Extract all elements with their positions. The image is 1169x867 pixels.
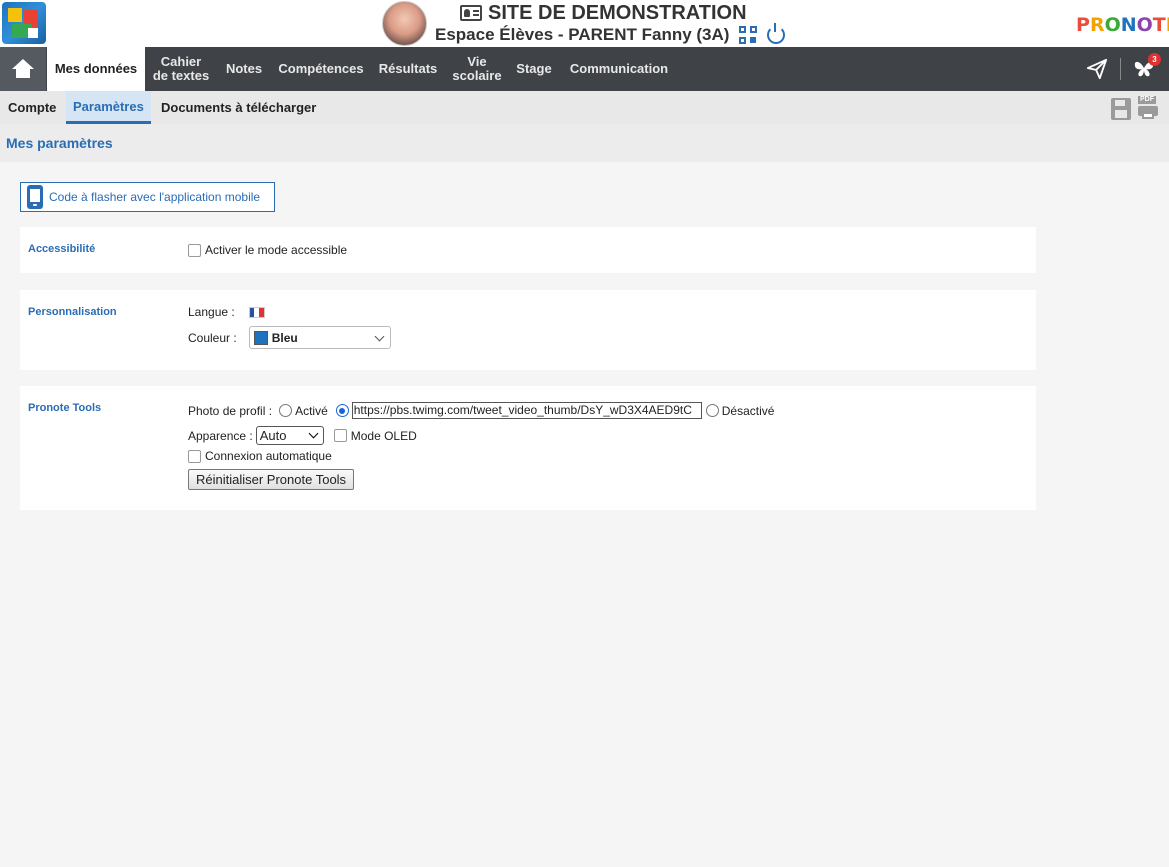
appearance-row: Apparence : Auto Mode OLED	[188, 426, 417, 445]
tab-label: Compte	[8, 100, 57, 115]
app-header: SITE DE DEMONSTRATION Espace Élèves - PA…	[0, 0, 1169, 47]
auto-connect-label: Connexion automatique	[205, 449, 332, 463]
site-title-text: SITE DE DEMONSTRATION	[488, 1, 747, 24]
nav-notes[interactable]: Notes	[218, 47, 270, 91]
chevron-down-icon	[308, 428, 319, 439]
nav-label: Mes données	[54, 61, 138, 76]
nav-label: Résultats	[378, 61, 438, 76]
photo-url-input[interactable]: https://pbs.twimg.com/tweet_video_thumb/…	[351, 402, 702, 419]
tab-compte[interactable]: Compte	[1, 91, 63, 124]
oled-checkbox[interactable]	[333, 429, 347, 442]
sub-tabs: Compte Paramètres Documents à télécharge…	[0, 91, 1169, 124]
main-content: Code à flasher avec l'application mobile…	[0, 162, 1169, 867]
accessibility-card: Accessibilité Activer le mode accessible	[20, 227, 1036, 273]
nav-label: Communication	[569, 61, 669, 76]
site-title: SITE DE DEMONSTRATION	[460, 1, 747, 24]
main-nav: Mes données Cahier de textes Notes Compé…	[0, 47, 1169, 91]
auto-connect-row: Connexion automatique	[188, 449, 332, 463]
toolbar-icons: PDF	[1111, 96, 1159, 120]
space-title: Espace Élèves - PARENT Fanny (3A)	[435, 23, 786, 45]
id-card-icon	[460, 5, 482, 21]
nav-stage[interactable]: Stage	[510, 47, 558, 91]
personalisation-title: Personnalisation	[28, 306, 117, 318]
pronote-tools-card: Pronote Tools Photo de profil : Activé h…	[20, 386, 1036, 510]
color-label: Couleur :	[188, 330, 237, 345]
pronote-logo: PRONOTE	[1076, 14, 1169, 36]
nav-right-icons: 3	[1086, 53, 1161, 81]
tab-label: Paramètres	[73, 98, 144, 114]
accessibility-title: Accessibilité	[28, 243, 96, 255]
nav-mes-donnees[interactable]: Mes données	[47, 47, 145, 91]
nav-separator	[1120, 58, 1121, 80]
appearance-value: Auto	[259, 428, 287, 443]
notification-badge: 3	[1148, 53, 1161, 66]
personalisation-card: Personnalisation Langue : Couleur : Bleu	[20, 290, 1036, 370]
avatar[interactable]	[382, 1, 427, 46]
home-button[interactable]	[0, 47, 46, 91]
photo-disabled-radio[interactable]	[705, 404, 719, 417]
nav-competences[interactable]: Compétences	[273, 47, 369, 91]
language-row: Langue :	[188, 305, 265, 319]
phone-icon	[27, 185, 43, 209]
nav-label-line2: scolaire	[452, 68, 502, 83]
photo-url-radio[interactable]	[335, 404, 349, 417]
chevron-down-icon	[374, 331, 385, 342]
accessible-mode-row: Activer le mode accessible	[188, 243, 347, 257]
nav-label-line2: de textes	[152, 68, 210, 83]
appearance-select[interactable]: Auto	[255, 426, 324, 445]
home-icon	[12, 59, 34, 79]
appearance-label: Apparence :	[188, 428, 253, 443]
logout-power-icon[interactable]	[767, 23, 786, 44]
color-value: Bleu	[271, 330, 298, 345]
nav-label: Compétences	[278, 61, 364, 76]
page-title: Mes paramètres	[6, 135, 113, 151]
color-row: Couleur : Bleu	[188, 326, 391, 349]
butterfly-notification-icon[interactable]: 3	[1133, 53, 1161, 79]
color-dropdown[interactable]: Bleu	[248, 326, 391, 349]
nav-communication[interactable]: Communication	[563, 47, 675, 91]
french-flag-icon[interactable]	[248, 306, 265, 318]
oled-label: Mode OLED	[350, 428, 417, 443]
tab-documents[interactable]: Documents à télécharger	[154, 91, 323, 124]
space-title-text: Espace Élèves - PARENT Fanny (3A)	[435, 25, 730, 44]
disabled-label: Désactivé	[721, 403, 775, 418]
language-label: Langue :	[188, 305, 235, 319]
photo-active-radio[interactable]	[279, 404, 293, 417]
nav-label: Vie	[467, 54, 487, 69]
auto-connect-checkbox[interactable]	[188, 449, 201, 463]
nav-resultats[interactable]: Résultats	[372, 47, 444, 91]
accessible-mode-checkbox[interactable]	[188, 243, 201, 257]
school-logo[interactable]	[2, 2, 46, 44]
nav-label: Cahier	[160, 54, 202, 69]
qr-code-icon[interactable]	[739, 26, 758, 44]
active-label: Activé	[295, 403, 328, 418]
tab-label: Documents à télécharger	[161, 100, 317, 115]
pdf-label: PDF	[1138, 96, 1156, 104]
mobile-button-label: Code à flasher avec l'application mobile	[49, 190, 261, 204]
nav-cahier-de-textes[interactable]: Cahier de textes	[145, 47, 217, 91]
reset-pronote-tools-button[interactable]: Réinitialiser Pronote Tools	[188, 469, 355, 490]
photo-label: Photo de profil :	[188, 403, 273, 418]
nav-label: Notes	[225, 61, 263, 76]
tab-parametres[interactable]: Paramètres	[66, 91, 151, 124]
nav-label: Stage	[516, 61, 552, 76]
reset-row: Réinitialiser Pronote Tools	[188, 469, 355, 490]
color-swatch	[253, 330, 268, 345]
mobile-app-qr-button[interactable]: Code à flasher avec l'application mobile	[20, 182, 275, 212]
print-pdf-icon[interactable]: PDF	[1137, 96, 1159, 120]
nav-vie-scolaire[interactable]: Vie scolaire	[448, 47, 506, 91]
accessible-mode-label: Activer le mode accessible	[205, 243, 348, 257]
send-message-icon[interactable]	[1086, 58, 1108, 80]
section-header: Mes paramètres	[0, 124, 1169, 162]
pronote-tools-title: Pronote Tools	[28, 402, 102, 414]
profile-photo-row: Photo de profil : Activé https://pbs.twi…	[188, 402, 774, 419]
save-icon[interactable]	[1111, 98, 1131, 120]
